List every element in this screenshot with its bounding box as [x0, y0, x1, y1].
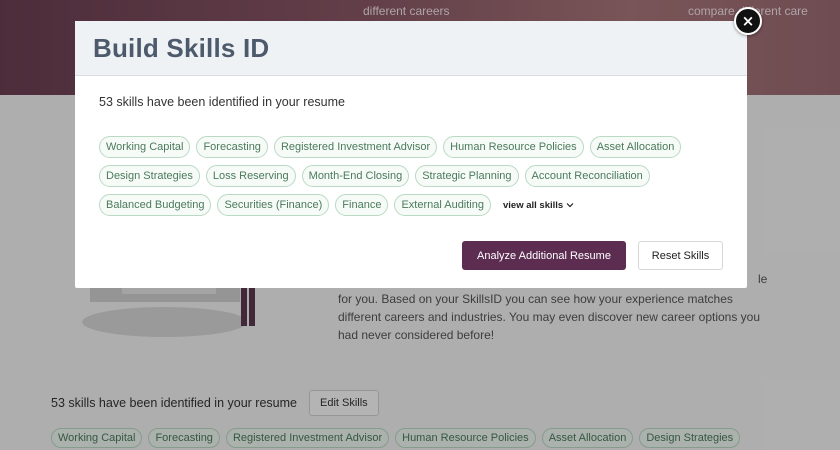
build-skills-modal: Build Skills ID × 53 skills have been id…	[75, 7, 762, 288]
skill-tag: Working Capital	[99, 136, 191, 158]
skill-tag: Forecasting	[196, 136, 268, 158]
view-all-skills-label: view all skills	[503, 199, 564, 211]
skill-tag: Registered Investment Advisor	[273, 136, 438, 158]
close-icon[interactable]: ×	[734, 7, 762, 35]
skill-tag: Asset Allocation	[589, 136, 682, 158]
skill-tag: Human Resource Policies	[443, 136, 584, 158]
analyze-additional-resume-button[interactable]: Analyze Additional Resume	[462, 241, 626, 270]
modal-header: Build Skills ID	[75, 21, 747, 76]
skill-tag: Loss Reserving	[205, 165, 296, 187]
modal-title: Build Skills ID	[93, 33, 270, 63]
skill-tags-list: Working Capital Forecasting Registered I…	[99, 136, 729, 216]
chevron-down-icon	[566, 203, 574, 208]
skill-tag: Securities (Finance)	[217, 194, 330, 216]
view-all-skills-link[interactable]: view all skills	[497, 194, 580, 216]
skill-tag: Account Reconciliation	[524, 165, 650, 187]
skill-tag: External Auditing	[394, 194, 491, 216]
skill-tag: Strategic Planning	[415, 165, 519, 187]
skill-tag: Balanced Budgeting	[99, 194, 212, 216]
reset-skills-button[interactable]: Reset Skills	[638, 241, 723, 270]
skill-tag: Month-End Closing	[301, 165, 410, 187]
skill-tag: Design Strategies	[99, 165, 200, 187]
skill-tag: Finance	[335, 194, 389, 216]
skills-count-text: 53 skills have been identified in your r…	[99, 95, 345, 109]
